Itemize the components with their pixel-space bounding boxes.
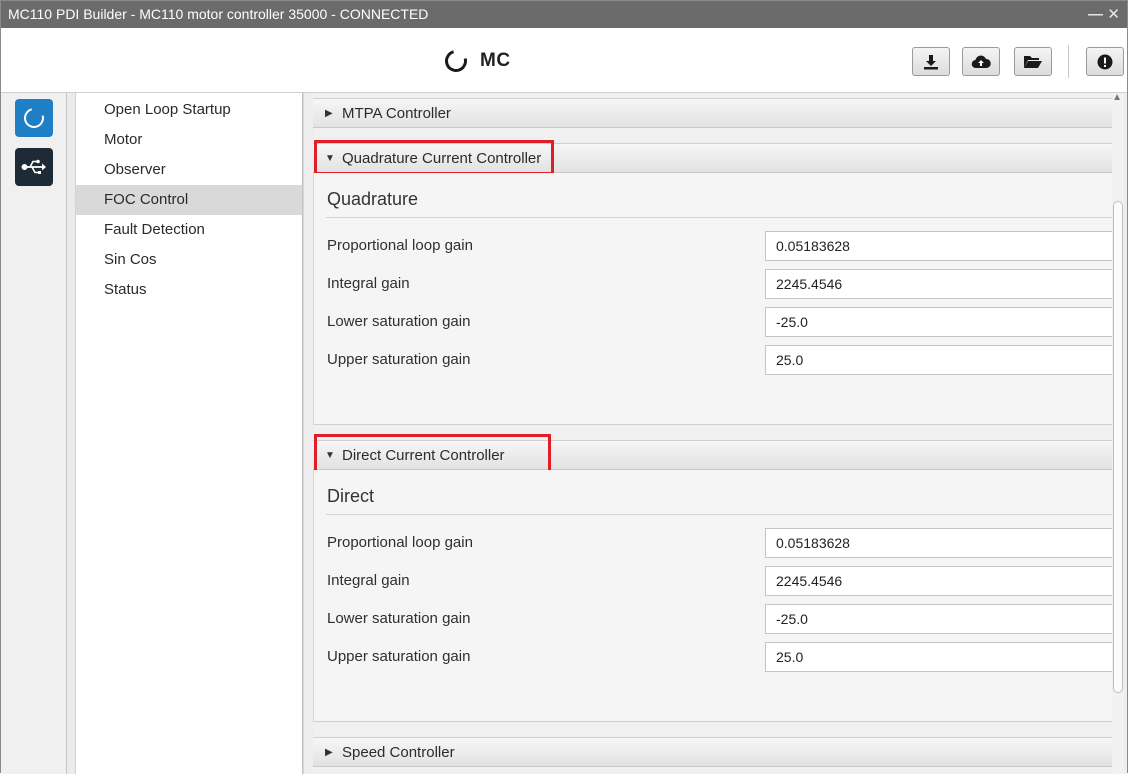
scroll-up-icon[interactable]: ▲ bbox=[1112, 92, 1122, 103]
app-header: MC bbox=[1, 28, 1127, 93]
upper-saturation-input[interactable]: 25.0 bbox=[765, 345, 1114, 375]
app-name: MC bbox=[480, 50, 511, 71]
device-icon-strip bbox=[1, 93, 67, 774]
content-area: ▶ MTPA Controller ▼ Quadrature Current C… bbox=[313, 93, 1114, 774]
toolbar-divider bbox=[1068, 45, 1069, 78]
nav-gutter bbox=[67, 93, 75, 774]
collapsed-arrow-icon: ▶ bbox=[325, 747, 333, 758]
nav-item-fault-detection[interactable]: Fault Detection bbox=[76, 215, 302, 245]
field-label: Upper saturation gain bbox=[327, 648, 471, 665]
group-title: Direct bbox=[327, 486, 375, 506]
field-label: Upper saturation gain bbox=[327, 351, 471, 368]
download-icon bbox=[924, 54, 938, 69]
mc-logo-icon bbox=[440, 45, 472, 77]
cloud-upload-icon bbox=[971, 55, 991, 69]
proportional-gain-input[interactable]: 0.05183628 bbox=[765, 231, 1114, 261]
usb-icon bbox=[21, 159, 46, 174]
info-icon bbox=[1097, 54, 1113, 69]
field-label: Proportional loop gain bbox=[327, 237, 473, 254]
nav-item-motor[interactable]: Motor bbox=[76, 125, 302, 155]
section-label: Quadrature Current Controller bbox=[342, 150, 542, 167]
integral-gain-input[interactable]: 2245.4546 bbox=[765, 269, 1114, 299]
folder-open-icon bbox=[1024, 56, 1042, 68]
expanded-arrow-icon: ▼ bbox=[325, 153, 335, 164]
quadrature-panel: Quadrature Proportional loop gain 0.0518… bbox=[313, 173, 1114, 425]
quadrature-controller-header[interactable]: ▼ Quadrature Current Controller bbox=[313, 143, 1113, 173]
upper-saturation-input[interactable]: 25.0 bbox=[765, 642, 1114, 672]
group-divider bbox=[326, 217, 1112, 218]
nav-item-observer[interactable]: Observer bbox=[76, 155, 302, 185]
close-button[interactable]: ✕ bbox=[1107, 1, 1120, 28]
lower-saturation-input[interactable]: -25.0 bbox=[765, 604, 1114, 634]
integral-gain-input[interactable]: 2245.4546 bbox=[765, 566, 1114, 596]
nav-item-sin-cos[interactable]: Sin Cos bbox=[76, 245, 302, 275]
speed-controller-header[interactable]: ▶ Speed Controller bbox=[313, 737, 1113, 767]
lower-saturation-input[interactable]: -25.0 bbox=[765, 307, 1114, 337]
title-bar: MC110 PDI Builder - MC110 motor controll… bbox=[1, 1, 1127, 28]
minimize-button[interactable]: — bbox=[1088, 1, 1103, 28]
nav-item-status[interactable]: Status bbox=[76, 275, 302, 305]
field-label: Integral gain bbox=[327, 572, 410, 589]
collapsed-arrow-icon: ▶ bbox=[325, 108, 333, 119]
main-content: ▶ MTPA Controller ▼ Quadrature Current C… bbox=[303, 92, 1127, 774]
group-title: Quadrature bbox=[327, 189, 419, 209]
field-label: Proportional loop gain bbox=[327, 534, 473, 551]
field-label: Lower saturation gain bbox=[327, 313, 471, 330]
app-window: MC110 PDI Builder - MC110 motor controll… bbox=[0, 0, 1128, 774]
nav-item-open-loop-startup[interactable]: Open Loop Startup bbox=[76, 95, 302, 125]
group-divider bbox=[326, 514, 1112, 515]
usb-button[interactable] bbox=[15, 148, 53, 186]
expanded-arrow-icon: ▼ bbox=[325, 450, 335, 461]
info-button[interactable] bbox=[1086, 47, 1124, 76]
section-label: Speed Controller bbox=[342, 744, 455, 761]
app-brand: MC bbox=[440, 45, 511, 77]
proportional-gain-input[interactable]: 0.05183628 bbox=[765, 528, 1114, 558]
motor-controller-button[interactable] bbox=[15, 99, 53, 137]
section-nav: Open Loop Startup Motor Observer FOC Con… bbox=[75, 93, 303, 774]
section-label: Direct Current Controller bbox=[342, 447, 505, 464]
direct-panel: Direct Proportional loop gain 0.05183628… bbox=[313, 470, 1114, 722]
motor-controller-icon bbox=[20, 104, 48, 132]
field-label: Lower saturation gain bbox=[327, 610, 471, 627]
window-title: MC110 PDI Builder - MC110 motor controll… bbox=[8, 6, 429, 22]
section-label: MTPA Controller bbox=[342, 105, 451, 122]
field-label: Integral gain bbox=[327, 275, 410, 292]
direct-controller-header[interactable]: ▼ Direct Current Controller bbox=[313, 440, 1113, 470]
scrollbar-thumb[interactable] bbox=[1113, 201, 1123, 693]
cloud-upload-button[interactable] bbox=[962, 47, 1000, 76]
open-folder-button[interactable] bbox=[1014, 47, 1052, 76]
nav-item-foc-control[interactable]: FOC Control bbox=[76, 185, 302, 215]
mtpa-controller-header[interactable]: ▶ MTPA Controller bbox=[313, 98, 1113, 128]
download-button[interactable] bbox=[912, 47, 950, 76]
